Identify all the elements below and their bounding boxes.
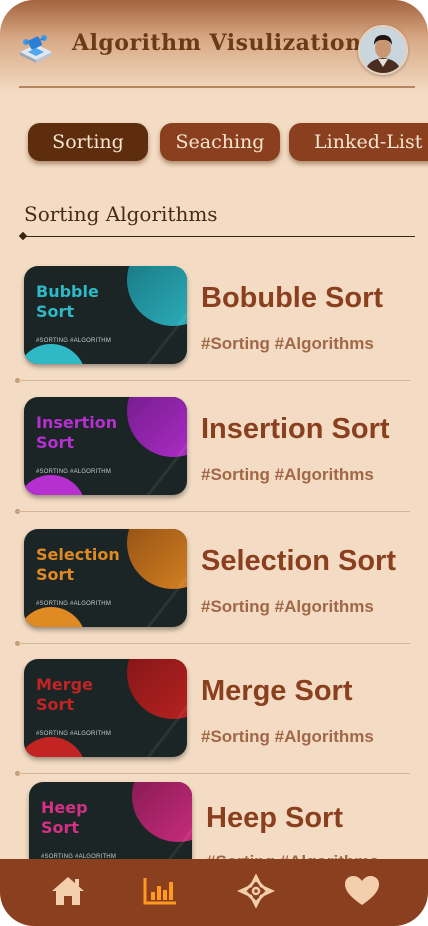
row-divider	[17, 511, 410, 512]
item-title: Bobuble Sort	[201, 282, 384, 314]
decor-circle	[127, 529, 187, 589]
thumbnail-title: Insertion Sort	[36, 413, 118, 452]
bar-chart-icon[interactable]	[141, 874, 179, 908]
bottom-navigation	[0, 859, 428, 926]
user-avatar[interactable]	[358, 25, 408, 75]
app-screen: Algorithm Visulization Sorting Seaching …	[0, 0, 428, 926]
thumbnail-tag: #SORTING #ALGORITHM	[36, 338, 112, 344]
thumbnail-tag: #SORTING #ALGORITHM	[36, 469, 112, 475]
item-title: Merge Sort	[201, 675, 353, 707]
item-title: Insertion Sort	[201, 413, 390, 445]
item-tags: #Sorting #Algorithms	[201, 597, 374, 616]
app-title: Algorithm Visulization	[72, 30, 362, 56]
thumbnail-tag: #SORTING #ALGORITHM	[36, 601, 112, 607]
header-divider	[19, 86, 415, 88]
section-divider	[22, 236, 415, 237]
list-item-insertion-sort[interactable]: Insertion Sort #SORTING #ALGORITHM Inser…	[0, 393, 428, 524]
decor-circle	[24, 475, 86, 495]
list-item-merge-sort[interactable]: Merge Sort #SORTING #ALGORITHM Merge Sor…	[0, 655, 428, 786]
row-divider	[17, 380, 410, 381]
thumbnail-tag: #SORTING #ALGORITHM	[36, 731, 112, 737]
list-item-bubble-sort[interactable]: Bubble Sort #SORTING #ALGORITHM Bobuble …	[0, 262, 428, 393]
item-title: Heep Sort	[206, 802, 343, 834]
thumbnail-title: Selection Sort	[36, 545, 120, 584]
thumbnail-title: Bubble Sort	[36, 282, 99, 321]
decor-circle	[24, 607, 86, 627]
item-tags: #Sorting #Algorithms	[201, 727, 374, 746]
list-item-selection-sort[interactable]: Selection Sort #SORTING #ALGORITHM Selec…	[0, 525, 428, 656]
decor-circle	[24, 344, 86, 364]
tab-linked-list[interactable]: Linked-List	[289, 123, 428, 161]
header: Algorithm Visulization	[0, 0, 428, 110]
section-title: Sorting Algorithms	[24, 202, 218, 226]
row-divider	[17, 773, 410, 774]
ornament-icon[interactable]	[237, 874, 275, 908]
thumbnail: Insertion Sort #SORTING #ALGORITHM	[24, 397, 187, 495]
thumbnail-title: Heep Sort	[41, 798, 88, 837]
decor-circle	[132, 782, 192, 842]
decor-circle	[127, 266, 187, 326]
tab-sorting[interactable]: Sorting	[28, 123, 148, 161]
thumbnail-title: Merge Sort	[36, 675, 93, 714]
decor-circle	[127, 659, 187, 719]
thumbnail: Selection Sort #SORTING #ALGORITHM	[24, 529, 187, 627]
item-tags: #Sorting #Algorithms	[201, 334, 374, 353]
data-structure-logo-icon	[18, 32, 54, 64]
item-title: Selection Sort	[201, 545, 396, 577]
decor-circle	[127, 397, 187, 457]
tab-searching[interactable]: Seaching	[160, 123, 280, 161]
row-divider	[17, 643, 410, 644]
heart-icon[interactable]	[343, 874, 381, 908]
item-tags: #Sorting #Algorithms	[201, 465, 374, 484]
home-icon[interactable]	[49, 874, 87, 908]
decor-circle	[24, 737, 86, 757]
thumbnail: Bubble Sort #SORTING #ALGORITHM	[24, 266, 187, 364]
thumbnail: Merge Sort #SORTING #ALGORITHM	[24, 659, 187, 757]
